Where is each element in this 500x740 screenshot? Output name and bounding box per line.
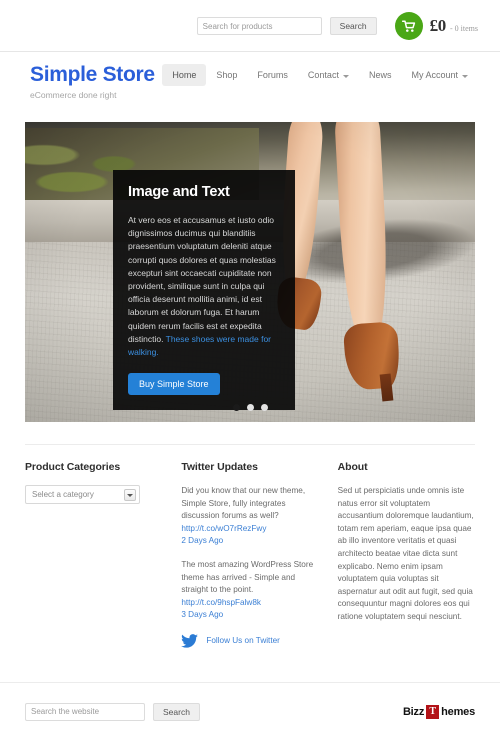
- site-header: Simple Store eCommerce done right Home S…: [0, 52, 500, 114]
- slider-caption-body: At vero eos et accusamus et iusto odio d…: [128, 214, 280, 359]
- column-product-categories: Product Categories Select a category: [25, 461, 162, 648]
- nav-label: News: [368, 70, 392, 80]
- category-select-value: Select a category: [32, 490, 94, 499]
- column-about: About Sed ut perspiciatis unde omnis ist…: [338, 461, 475, 648]
- widget-columns: Product Categories Select a category Twi…: [0, 445, 500, 648]
- tweet-link[interactable]: http://t.co/wO7rRezFwy: [181, 523, 318, 536]
- nav-item-forums[interactable]: Forums: [247, 64, 298, 86]
- credit-part2: hemes: [441, 705, 475, 718]
- shopping-cart-icon: [394, 12, 423, 40]
- product-search: Search: [196, 17, 377, 35]
- category-select[interactable]: Select a category: [25, 485, 140, 504]
- follow-label: Follow Us on Twitter: [206, 636, 280, 646]
- slider-dot-3[interactable]: [260, 404, 268, 411]
- site-footer: Search Bizz T hemes: [0, 682, 500, 740]
- cart-total: £0: [429, 16, 447, 35]
- cart-widget[interactable]: £0 - 0 items: [394, 12, 478, 40]
- nav-label: Forums: [257, 70, 288, 80]
- product-search-button[interactable]: Search: [329, 17, 377, 35]
- tweet-time: 3 Days Ago: [181, 610, 224, 620]
- nav-item-home[interactable]: Home: [162, 64, 207, 86]
- column-twitter-updates: Twitter Updates Did you know that our ne…: [181, 461, 318, 648]
- footer-search-button[interactable]: Search: [153, 702, 200, 721]
- tweet-text: Did you know that our new theme, Simple …: [181, 486, 306, 521]
- nav-item-shop[interactable]: Shop: [206, 64, 247, 86]
- page-root: Search £0 - 0 items Simple Store eCommer…: [0, 0, 500, 740]
- footer-search: Search: [25, 702, 200, 721]
- twitter-bird-icon: [181, 634, 199, 648]
- slider-caption: Image and Text At vero eos et accusamus …: [113, 170, 295, 411]
- cart-item-count: - 0 items: [450, 23, 478, 33]
- about-text: Sed ut perspiciatis unde omnis iste natu…: [337, 486, 474, 621]
- nav-item-news[interactable]: News: [359, 64, 402, 86]
- chevron-down-icon: [342, 74, 349, 78]
- bizzthemes-logo-icon: T: [426, 704, 440, 719]
- slider-caption-text: At vero eos et accusamus et iusto odio d…: [128, 215, 276, 344]
- bizzthemes-credit[interactable]: Bizz T hemes: [402, 704, 475, 719]
- credit-part1: Bizz: [402, 705, 425, 718]
- hero-slider: Image and Text At vero eos et accusamus …: [25, 122, 475, 422]
- twitter-updates-heading: Twitter Updates: [181, 461, 258, 473]
- nav-item-my-account[interactable]: My Account: [401, 64, 478, 86]
- brand-tagline: eCommerce done right: [30, 90, 117, 100]
- nav-label: Contact: [307, 70, 339, 80]
- follow-us-on-twitter[interactable]: Follow Us on Twitter: [181, 634, 318, 648]
- chevron-down-icon: [462, 74, 468, 78]
- tweet-link[interactable]: http://t.co/9hspFalw8k: [181, 597, 318, 610]
- tweet-time: 2 Days Ago: [181, 536, 224, 546]
- main-navigation: Home Shop Forums Contact News My Account: [162, 64, 478, 86]
- nav-label: Home: [172, 70, 197, 80]
- product-search-input[interactable]: [196, 17, 322, 35]
- slider-dot-1[interactable]: [232, 404, 240, 411]
- product-categories-heading: Product Categories: [25, 461, 121, 473]
- tweet-item: Did you know that our new theme, Simple …: [181, 485, 318, 548]
- tweet-text: The most amazing WordPress Store theme h…: [181, 559, 314, 595]
- slider-dot-2[interactable]: [246, 404, 254, 411]
- footer-search-input[interactable]: [25, 702, 145, 721]
- tweet-item: The most amazing WordPress Store theme h…: [181, 559, 318, 622]
- buy-simple-store-button[interactable]: Buy Simple Store: [128, 373, 220, 396]
- slider-pagination: [25, 404, 475, 411]
- chevron-down-icon[interactable]: [124, 489, 136, 501]
- site-brand[interactable]: Simple Store eCommerce done right: [30, 64, 155, 100]
- nav-label: My Account: [411, 70, 458, 80]
- slider-caption-title: Image and Text: [128, 184, 230, 200]
- about-heading: About: [337, 461, 368, 473]
- top-bar: Search £0 - 0 items: [0, 0, 500, 52]
- brand-title: Simple Store: [30, 63, 155, 86]
- nav-item-contact[interactable]: Contact: [298, 64, 359, 86]
- nav-label: Shop: [216, 70, 238, 80]
